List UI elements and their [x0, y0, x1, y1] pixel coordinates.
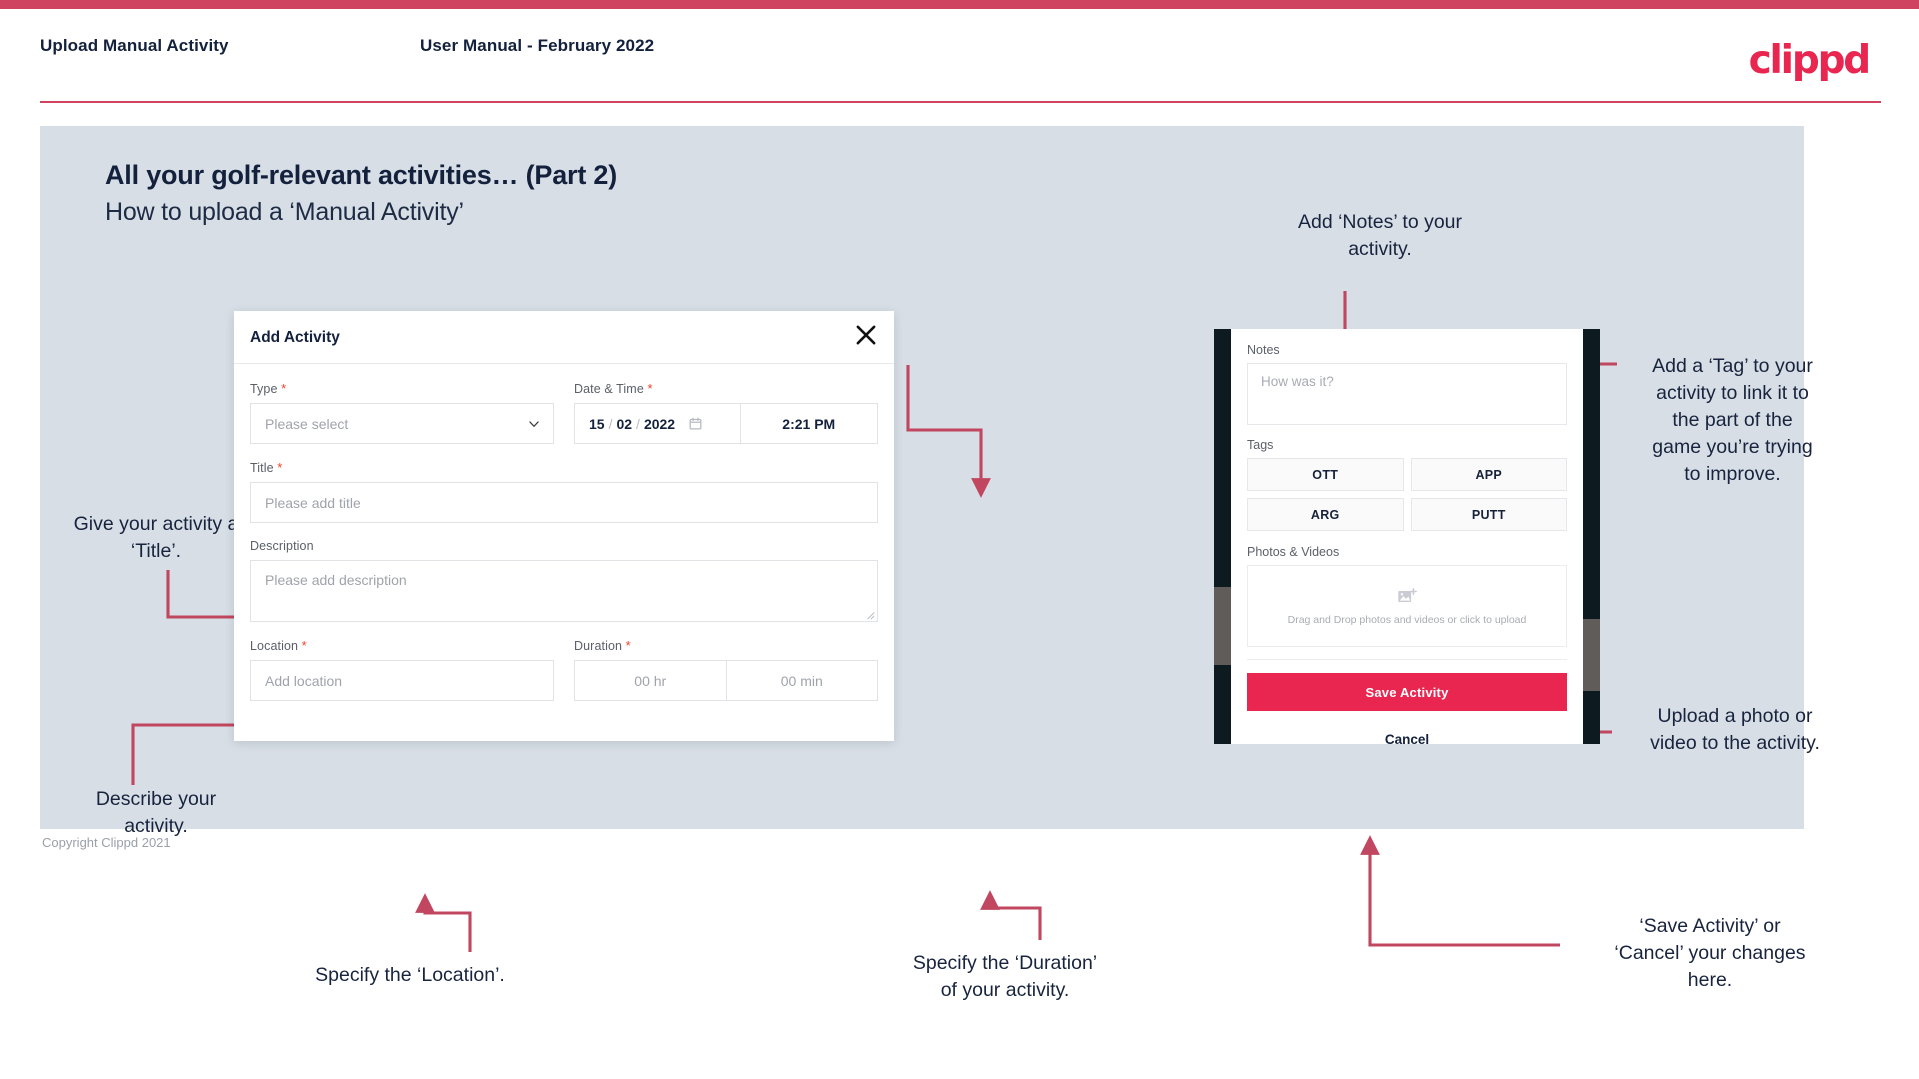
date-input[interactable]: 15 / 02 / 2022: [575, 404, 741, 443]
datetime-label-text: Date & Time: [574, 382, 644, 396]
header-divider: [40, 101, 1881, 103]
duration-label: Duration *: [574, 638, 878, 653]
phone-notes-placeholder: How was it?: [1261, 374, 1334, 389]
phone-photos-label: Photos & Videos: [1247, 545, 1340, 559]
title-placeholder: Please add title: [265, 494, 361, 511]
datetime-label: Date & Time *: [574, 381, 878, 396]
date-day: 15: [589, 415, 605, 432]
dialog-title: Add Activity: [250, 329, 340, 346]
cancel-button[interactable]: Cancel: [1247, 732, 1567, 747]
date-month: 02: [616, 415, 633, 432]
row-location-duration: Location * Add location Duration * 00 hr: [250, 638, 878, 701]
title-label: Title *: [250, 460, 878, 475]
location-label: Location *: [250, 638, 554, 653]
date-sep-1: /: [608, 415, 613, 432]
type-required-asterisk: *: [281, 381, 287, 396]
duration-minutes-input[interactable]: 00 min: [727, 661, 878, 700]
phone-volume-button-left: [1214, 587, 1231, 665]
field-datetime: Date & Time * 15 / 02 / 2022 2:21 PM: [574, 381, 878, 444]
arrow-duration: [980, 890, 1042, 940]
duration-minutes-placeholder: 00 min: [780, 672, 823, 689]
chevron-down-icon: [529, 420, 539, 427]
row-type-datetime: Type * Please select Date & Time * 15 / …: [250, 381, 878, 444]
date-year: 2022: [643, 415, 676, 432]
date-sep-2: /: [636, 415, 640, 432]
field-duration: Duration * 00 hr 00 min: [574, 638, 878, 701]
phone-divider: [1247, 659, 1567, 660]
annotation-duration: Specify the ‘Duration’ of your activity.: [912, 952, 1098, 1001]
field-location: Location * Add location: [250, 638, 554, 701]
field-description: Description Please add description: [250, 539, 878, 622]
close-icon[interactable]: [852, 321, 880, 349]
arrow-save: [1360, 835, 1560, 947]
annotation-tags: Add a ‘Tag’ to your activity to link it …: [1652, 355, 1813, 485]
annotation-upload: Upload a photo or video to the activity.: [1650, 705, 1820, 754]
phone-tags-grid: OTT APP ARG PUTT: [1247, 458, 1567, 531]
annotation-save: ‘Save Activity’ or ‘Cancel’ your changes…: [1614, 915, 1806, 991]
tag-chip[interactable]: PUTT: [1410, 498, 1567, 531]
field-title: Title * Please add title: [250, 460, 878, 523]
datetime-inputs: 15 / 02 / 2022 2:21 PM: [574, 403, 878, 444]
phone-mockup: Notes How was it? Tags OTT APP ARG PUTT …: [1214, 329, 1600, 747]
description-textarea[interactable]: Please add description: [250, 560, 878, 622]
duration-inputs: 00 hr 00 min: [574, 660, 878, 701]
annotation-location: Specify the ‘Location’.: [315, 964, 505, 986]
annotation-title: Give your activity a ‘Title’.: [73, 513, 239, 562]
duration-required-asterisk: *: [625, 638, 631, 653]
duration-hours-placeholder: 00 hr: [634, 672, 667, 689]
type-label: Type *: [250, 381, 554, 396]
slide-subtitle: How to upload a ‘Manual Activity’: [105, 198, 464, 226]
slide-title: All your golf-relevant activities… (Part…: [105, 160, 618, 190]
location-label-text: Location: [250, 639, 299, 653]
dialog-body: Type * Please select Date & Time * 15 / …: [234, 364, 894, 701]
add-activity-dialog: Add Activity Type * Please select Date &…: [234, 311, 894, 741]
phone-notes-input[interactable]: How was it?: [1247, 363, 1567, 425]
phone-power-button-right: [1583, 619, 1600, 691]
tag-chip[interactable]: APP: [1410, 458, 1567, 491]
header-subtitle: User Manual - February 2022: [420, 36, 655, 55]
annotation-description: Describe your activity.: [95, 788, 217, 837]
phone-upload-dropzone[interactable]: Drag and Drop photos and videos or click…: [1247, 565, 1567, 647]
location-input[interactable]: Add location: [250, 660, 554, 701]
tag-chip[interactable]: OTT: [1247, 458, 1404, 491]
copyright-text: Copyright Clippd 2021: [42, 835, 171, 850]
title-required-asterisk: *: [277, 460, 283, 475]
title-input[interactable]: Please add title: [250, 482, 878, 523]
time-value: 2:21 PM: [782, 415, 836, 432]
description-placeholder: Please add description: [265, 572, 407, 588]
location-required-asterisk: *: [301, 638, 307, 653]
duration-label-text: Duration: [574, 639, 623, 653]
type-select[interactable]: Please select: [250, 403, 554, 444]
save-activity-button[interactable]: Save Activity: [1247, 673, 1567, 711]
page-title: Upload Manual Activity: [40, 36, 229, 55]
slide-page: Upload Manual Activity User Manual - Feb…: [0, 0, 1919, 1079]
phone-notes-label: Notes: [1247, 343, 1280, 357]
resize-handle-icon[interactable]: [865, 610, 875, 620]
arrow-location: [415, 893, 472, 952]
calendar-icon[interactable]: [688, 416, 703, 431]
location-placeholder: Add location: [265, 672, 343, 689]
phone-bezel-left: [1214, 329, 1231, 744]
top-accent-stripe: [0, 0, 1919, 9]
annotation-notes: Add ‘Notes’ to your activity.: [1297, 211, 1463, 260]
type-label-text: Type: [250, 382, 278, 396]
type-placeholder: Please select: [265, 415, 349, 432]
time-input[interactable]: 2:21 PM: [741, 404, 878, 443]
clippd-logo: clippd: [1748, 38, 1872, 83]
phone-tags-label: Tags: [1247, 438, 1274, 452]
add-image-icon: [1398, 587, 1417, 602]
field-type: Type * Please select: [250, 381, 554, 444]
phone-upload-hint: Drag and Drop photos and videos or click…: [1287, 613, 1527, 626]
title-label-text: Title: [250, 461, 274, 475]
datetime-required-asterisk: *: [647, 381, 653, 396]
duration-hours-input[interactable]: 00 hr: [575, 661, 727, 700]
phone-screen: Notes How was it? Tags OTT APP ARG PUTT …: [1231, 329, 1583, 747]
tag-chip[interactable]: ARG: [1247, 498, 1404, 531]
dialog-header: Add Activity: [234, 311, 894, 364]
description-label: Description: [250, 539, 314, 553]
